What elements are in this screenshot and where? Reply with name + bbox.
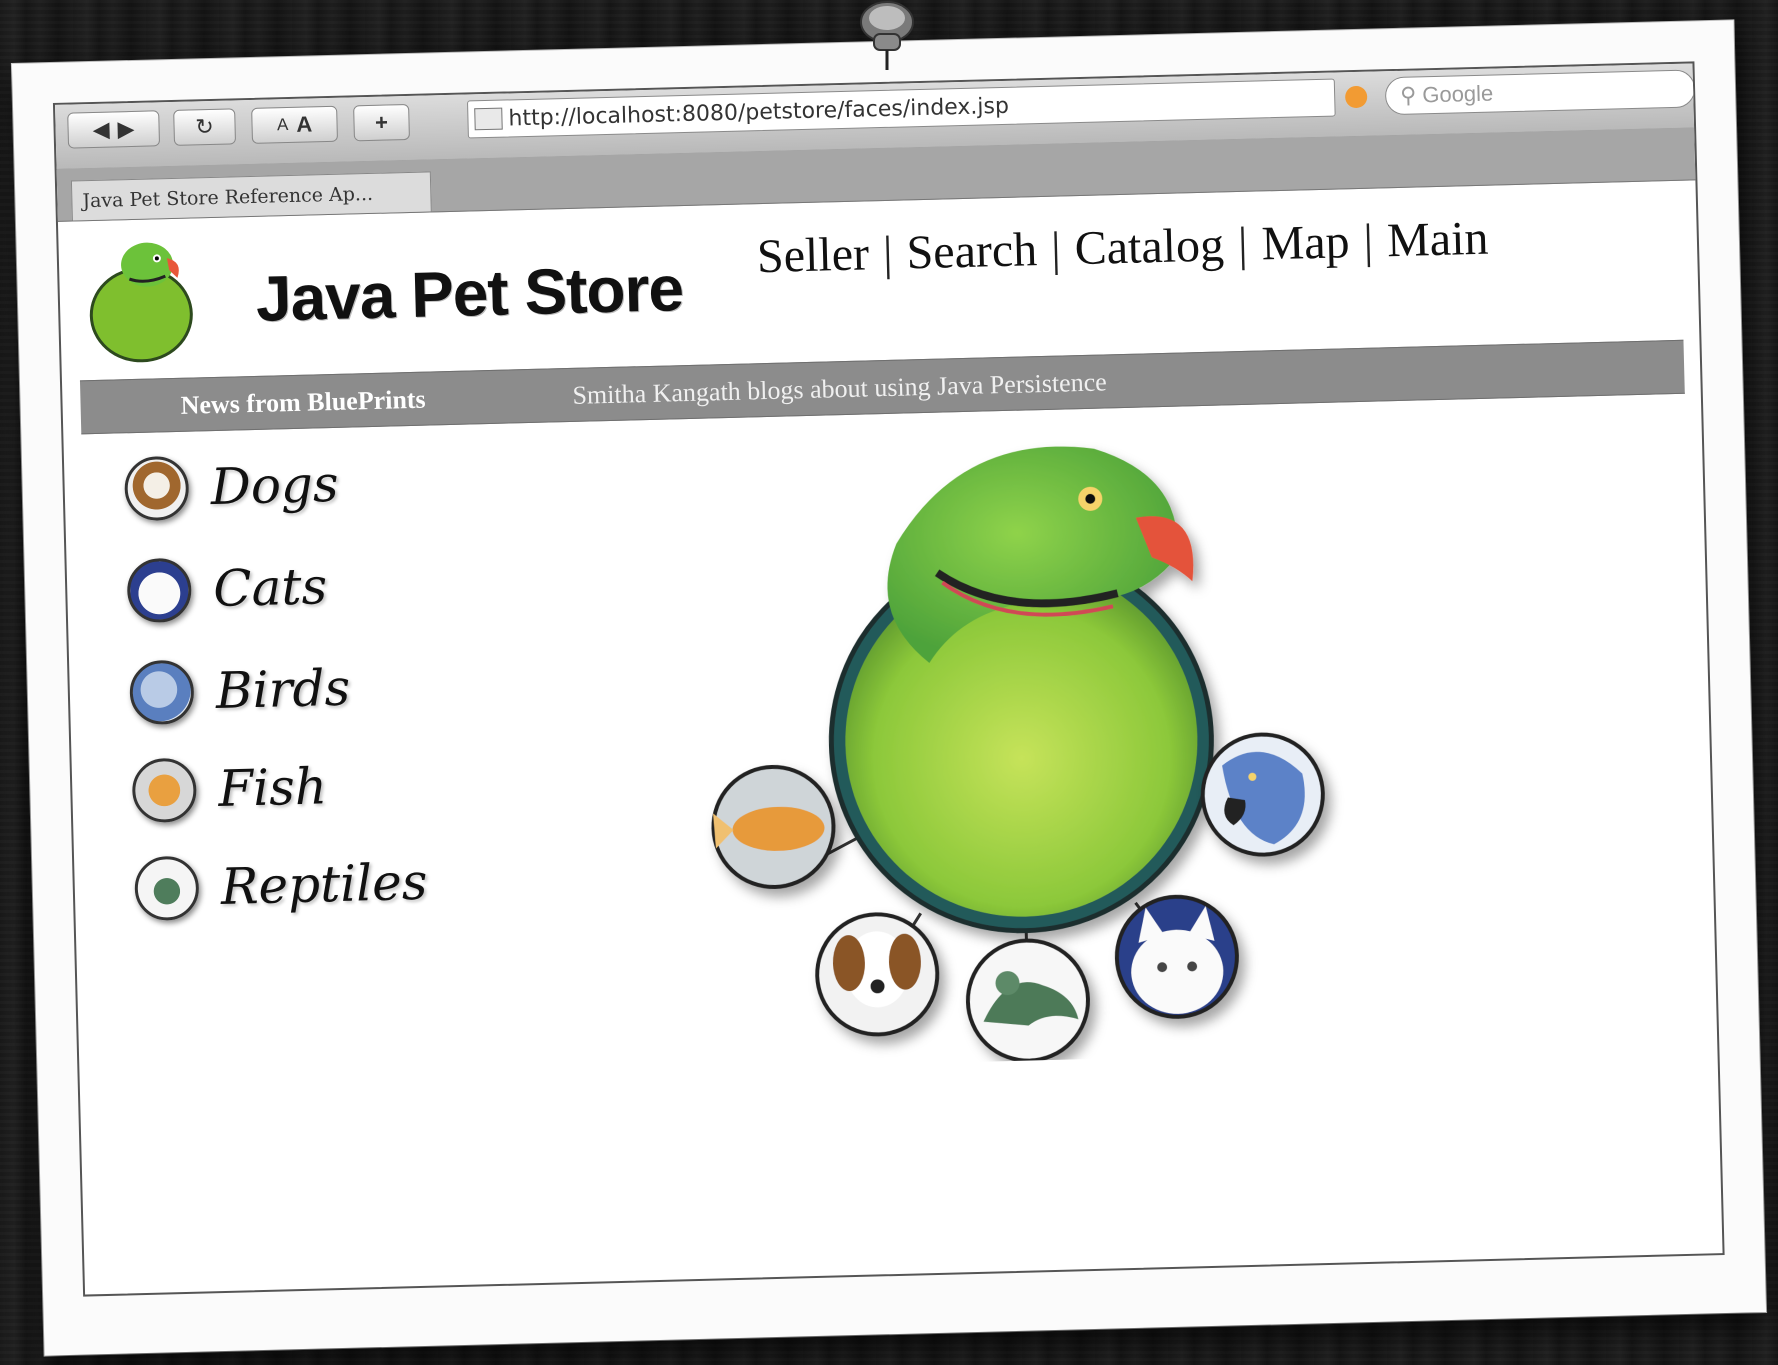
address-bar[interactable]: http://localhost:8080/petstore/faces/ind…	[466, 78, 1336, 139]
category-cats[interactable]: Cats	[126, 554, 328, 624]
nav-separator: |	[1237, 217, 1249, 272]
photo-print: ◀ ▶ ↻ A A + http://localhost:8080/petsto…	[11, 20, 1767, 1356]
reptile-icon	[134, 855, 200, 922]
category-label: Reptiles	[220, 852, 429, 916]
news-headline[interactable]: Smitha Kangath blogs about using Java Pe…	[572, 367, 1107, 411]
cat-icon	[126, 557, 193, 624]
nav-catalog[interactable]: Catalog	[1074, 217, 1225, 276]
text-size-buttons[interactable]: A A	[251, 105, 339, 144]
forward-arrow-icon[interactable]: ▶	[117, 116, 135, 142]
nav-separator: |	[1050, 222, 1062, 276]
macaw-thumb[interactable]	[1200, 732, 1325, 857]
nav-separator: |	[882, 226, 894, 281]
dog-thumb[interactable]	[815, 912, 940, 1037]
back-arrow-icon[interactable]: ◀	[92, 117, 110, 143]
text-bigger-button[interactable]: A	[296, 111, 313, 137]
search-placeholder: Google	[1421, 80, 1494, 108]
add-bookmark-button[interactable]: +	[353, 103, 410, 142]
tab-petstore[interactable]: Java Pet Store Reference Ap...	[70, 171, 432, 221]
pushpin-icon	[860, 1, 914, 70]
nav-seller[interactable]: Seller	[756, 226, 869, 284]
parrot-hero-image[interactable]	[824, 443, 1216, 936]
cat-thumb[interactable]	[1114, 894, 1239, 1019]
reload-button[interactable]: ↻	[173, 108, 237, 146]
category-reptiles[interactable]: Reptiles	[134, 850, 429, 922]
category-label: Dogs	[209, 454, 340, 517]
nav-separator: |	[1362, 214, 1374, 268]
fish-icon	[131, 757, 198, 824]
nav-main[interactable]: Main	[1386, 211, 1489, 269]
news-label: News from BluePrints	[180, 384, 426, 420]
nav-map[interactable]: Map	[1261, 214, 1350, 271]
nav-search[interactable]: Search	[906, 222, 1038, 280]
category-dogs[interactable]: Dogs	[123, 452, 340, 522]
bird-icon	[129, 659, 195, 726]
parrot-logo[interactable]	[84, 233, 197, 366]
category-label: Fish	[217, 757, 328, 818]
page-icon	[474, 107, 503, 131]
category-label: Cats	[212, 557, 328, 619]
brand-title[interactable]: Java Pet Store	[255, 251, 684, 336]
rss-icon[interactable]	[1344, 85, 1368, 109]
url-text: http://localhost:8080/petstore/faces/ind…	[508, 93, 1010, 131]
search-field[interactable]: ⚲ Google	[1384, 69, 1696, 116]
reload-icon: ↻	[195, 113, 215, 140]
browser-window: ◀ ▶ ↻ A A + http://localhost:8080/petsto…	[52, 61, 1725, 1297]
search-icon: ⚲	[1399, 82, 1417, 108]
back-forward-buttons[interactable]: ◀ ▶	[67, 110, 161, 149]
lizard-thumb[interactable]	[965, 938, 1090, 1063]
dog-icon	[123, 455, 190, 522]
text-smaller-button[interactable]: A	[277, 115, 289, 135]
pet-collage	[711, 443, 1325, 1063]
top-nav: Seller | Search | Catalog | Map | Main	[756, 211, 1489, 284]
category-label: Birds	[215, 658, 351, 721]
category-fish[interactable]: Fish	[131, 754, 328, 824]
category-birds[interactable]: Birds	[129, 656, 351, 726]
fish-thumb[interactable]	[711, 764, 836, 889]
